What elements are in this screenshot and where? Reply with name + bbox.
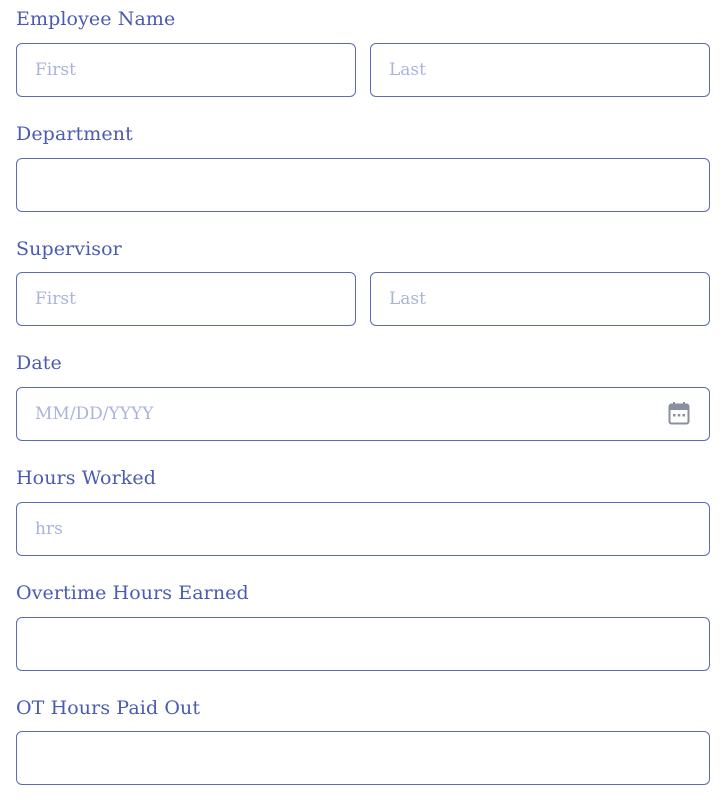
ot-hours-paid-out-input[interactable]: [16, 731, 710, 785]
date-input[interactable]: [16, 387, 710, 441]
calendar-icon[interactable]: [668, 401, 690, 425]
ot-hours-paid-out-label: OT Hours Paid Out: [16, 697, 201, 719]
supervisor-label: Supervisor: [16, 238, 122, 260]
employee-first-name-input[interactable]: [16, 43, 356, 97]
supervisor-last-name-input[interactable]: [370, 272, 710, 326]
timesheet-form: Employee Name Department Supervisor Date…: [0, 0, 723, 799]
hours-worked-label: Hours Worked: [16, 467, 156, 489]
employee-name-label: Employee Name: [16, 8, 176, 30]
supervisor-first-name-input[interactable]: [16, 272, 356, 326]
overtime-hours-earned-label: Overtime Hours Earned: [16, 582, 249, 604]
overtime-hours-earned-input[interactable]: [16, 617, 710, 671]
hours-worked-input[interactable]: [16, 502, 710, 556]
date-label: Date: [16, 352, 62, 374]
department-label: Department: [16, 123, 133, 145]
employee-last-name-input[interactable]: [370, 43, 710, 97]
department-input[interactable]: [16, 158, 710, 212]
